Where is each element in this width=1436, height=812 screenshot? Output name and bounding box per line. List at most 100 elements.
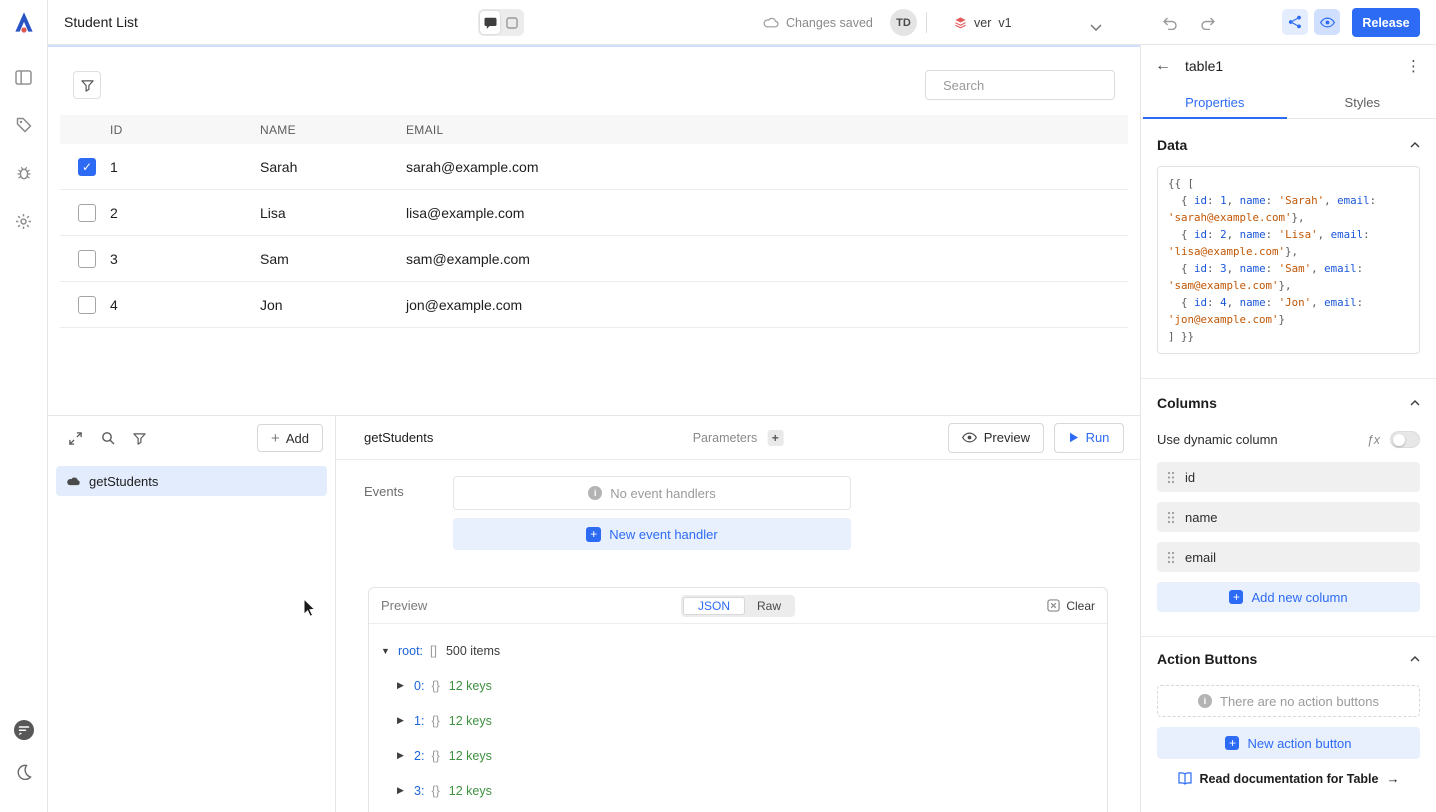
parameters-label: Parameters bbox=[693, 431, 758, 445]
save-status: Changes saved bbox=[763, 0, 873, 45]
column-item[interactable]: name bbox=[1157, 502, 1420, 532]
new-event-handler-button[interactable]: + New event handler bbox=[453, 518, 851, 550]
redo-icon[interactable] bbox=[1198, 13, 1218, 33]
run-query-button[interactable]: Run bbox=[1054, 423, 1124, 453]
back-icon[interactable]: ← bbox=[1155, 57, 1171, 75]
cell-name: Sarah bbox=[254, 159, 400, 175]
pages-icon[interactable] bbox=[8, 61, 40, 93]
drag-handle-icon[interactable] bbox=[1167, 471, 1175, 484]
js-toggle-icon[interactable]: ƒx bbox=[1367, 433, 1380, 447]
row-checkbox[interactable] bbox=[78, 296, 96, 314]
column-item[interactable]: id bbox=[1157, 462, 1420, 492]
expand-icon[interactable]: ▶ bbox=[397, 715, 407, 726]
table-header-row: ID NAME EMAIL bbox=[60, 115, 1128, 144]
settings-icon[interactable] bbox=[8, 205, 40, 237]
add-column-button[interactable]: + Add new column bbox=[1157, 582, 1420, 612]
cell-email: jon@example.com bbox=[400, 297, 1128, 313]
json-node[interactable]: ▶ 1: {} 12 keys bbox=[381, 703, 1107, 738]
version-selector[interactable]: ver v1 bbox=[954, 0, 1012, 45]
tab-raw[interactable]: Raw bbox=[745, 597, 793, 615]
expand-icon[interactable]: ▶ bbox=[397, 785, 407, 796]
undo-icon[interactable] bbox=[1160, 13, 1180, 33]
row-checkbox[interactable] bbox=[78, 250, 96, 268]
property-pane: ← table1 ⋮ Properties Styles Data {{ [ {… bbox=[1140, 45, 1436, 812]
collapse-icon[interactable]: ▼ bbox=[381, 646, 391, 656]
drag-handle-icon[interactable] bbox=[1167, 511, 1175, 524]
table-search-input[interactable] bbox=[943, 78, 1119, 93]
version-icon bbox=[954, 16, 967, 29]
property-pane-header: ← table1 ⋮ bbox=[1141, 45, 1436, 87]
tab-styles[interactable]: Styles bbox=[1289, 87, 1436, 118]
row-checkbox[interactable] bbox=[78, 204, 96, 222]
new-action-button[interactable]: + New action button bbox=[1157, 727, 1420, 759]
table-row[interactable]: 3 Sam sam@example.com bbox=[60, 236, 1128, 282]
row-checkbox[interactable]: ✓ bbox=[78, 158, 96, 176]
query-title[interactable]: getStudents bbox=[364, 430, 433, 445]
preview-query-button[interactable]: Preview bbox=[948, 423, 1044, 453]
json-node[interactable]: ▶ 3: {} 12 keys bbox=[381, 773, 1107, 808]
play-icon bbox=[1069, 432, 1079, 443]
table-row[interactable]: 4 Jon jon@example.com bbox=[60, 282, 1128, 328]
preview-app-button[interactable] bbox=[1314, 9, 1340, 35]
api-cloud-icon bbox=[66, 476, 81, 486]
events-label: Events bbox=[336, 476, 453, 550]
query-list-item[interactable]: getStudents bbox=[56, 466, 327, 496]
widget-name[interactable]: table1 bbox=[1185, 58, 1223, 74]
json-node[interactable]: ▶ 2: {} 12 keys bbox=[381, 738, 1107, 773]
expand-icon[interactable]: ▶ bbox=[397, 680, 407, 691]
canvas-mode-icon[interactable] bbox=[502, 11, 522, 34]
release-button[interactable]: Release bbox=[1352, 8, 1420, 37]
read-docs-link[interactable]: Read documentation for Table → bbox=[1157, 771, 1420, 786]
avatar[interactable]: TD bbox=[890, 9, 917, 36]
docs-icon bbox=[1178, 772, 1192, 785]
table-filter-button[interactable] bbox=[73, 71, 101, 99]
divider bbox=[926, 12, 927, 33]
datasources-icon[interactable] bbox=[8, 109, 40, 141]
search-queries-icon[interactable] bbox=[101, 431, 115, 445]
table-row[interactable]: ✓ 1 Sarah sarah@example.com bbox=[60, 144, 1128, 190]
cell-id: 1 bbox=[104, 159, 254, 175]
canvas[interactable]: ID NAME EMAIL ✓ 1 Sarah sarah@example.co… bbox=[48, 45, 1140, 415]
mode-toggle[interactable] bbox=[478, 9, 524, 36]
response-title: Preview bbox=[381, 598, 427, 613]
tab-json[interactable]: JSON bbox=[683, 597, 745, 615]
help-icon[interactable] bbox=[8, 714, 40, 746]
divider bbox=[1141, 378, 1436, 379]
divider bbox=[1141, 636, 1436, 637]
comment-mode-icon[interactable] bbox=[480, 11, 500, 34]
collapse-section-icon[interactable] bbox=[1410, 656, 1420, 662]
data-code[interactable]: {{ [ { id: 1, name: 'Sarah', email: 'sar… bbox=[1157, 166, 1420, 354]
cell-name: Lisa bbox=[254, 205, 400, 221]
filter-queries-icon[interactable] bbox=[133, 432, 146, 445]
column-header-name[interactable]: NAME bbox=[254, 123, 400, 137]
json-node[interactable]: ▶ 0: {} 12 keys bbox=[381, 668, 1107, 703]
info-icon: i bbox=[1198, 694, 1212, 708]
expand-icon[interactable]: ▶ bbox=[397, 750, 407, 761]
column-header-id[interactable]: ID bbox=[104, 123, 254, 137]
json-node[interactable]: ▼ root: [] 500 items bbox=[381, 633, 1107, 668]
add-parameter-icon[interactable]: + bbox=[767, 430, 783, 446]
column-header-email[interactable]: EMAIL bbox=[400, 123, 1128, 137]
no-event-handlers-placeholder: i No event handlers bbox=[453, 476, 851, 510]
cell-email: lisa@example.com bbox=[400, 205, 1128, 221]
table-search[interactable] bbox=[925, 70, 1115, 100]
collapse-section-icon[interactable] bbox=[1410, 142, 1420, 148]
actions-section-header: Action Buttons bbox=[1157, 651, 1420, 667]
dynamic-column-toggle[interactable] bbox=[1390, 431, 1420, 448]
eye-icon bbox=[962, 432, 977, 443]
clear-response-button[interactable]: Clear bbox=[1047, 599, 1095, 613]
more-options-icon[interactable]: ⋮ bbox=[1406, 57, 1422, 75]
chevron-down-icon[interactable] bbox=[1090, 19, 1102, 34]
drag-handle-icon[interactable] bbox=[1167, 551, 1175, 564]
tab-properties[interactable]: Properties bbox=[1141, 87, 1289, 118]
expand-panel-icon[interactable] bbox=[68, 431, 83, 446]
debug-icon[interactable] bbox=[8, 157, 40, 189]
table-row[interactable]: 2 Lisa lisa@example.com bbox=[60, 190, 1128, 236]
collapse-section-icon[interactable] bbox=[1410, 400, 1420, 406]
theme-toggle-icon[interactable] bbox=[8, 756, 40, 788]
share-button[interactable] bbox=[1282, 9, 1308, 35]
column-item[interactable]: email bbox=[1157, 542, 1420, 572]
add-query-button[interactable]: + Add bbox=[257, 424, 323, 452]
query-list-panel: + Add getStudents bbox=[48, 415, 336, 812]
columns-section-header: Columns bbox=[1157, 395, 1420, 411]
